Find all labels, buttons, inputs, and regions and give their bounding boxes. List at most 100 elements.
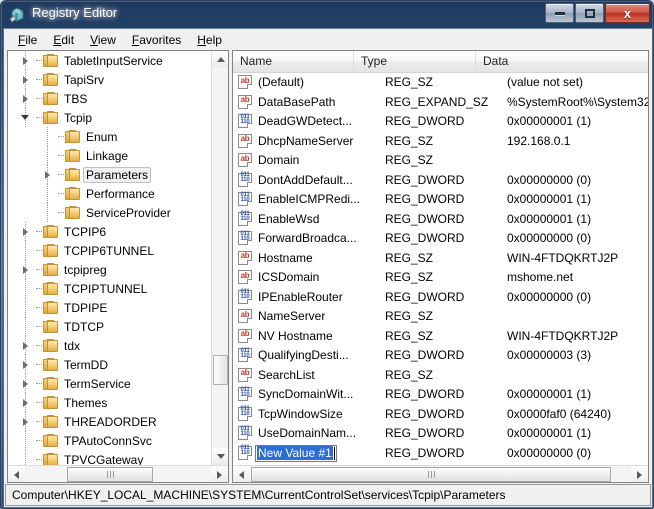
tree-item-tcpip[interactable]: Tcpip	[8, 108, 211, 127]
menu-item-help[interactable]: Help	[189, 31, 230, 49]
tree-item-serviceprovider[interactable]: ServiceProvider	[8, 203, 211, 222]
tree-item-label: TapiSrv	[64, 72, 105, 87]
tree-item-enum[interactable]: Enum	[8, 127, 211, 146]
value-row[interactable]: 011 110 EnableICMPRedi... REG_DWORD 0x000000…	[233, 190, 648, 210]
rename-value-input[interactable]: New Value #1	[255, 444, 337, 462]
value-row[interactable]: ab NV Hostname REG_SZ WIN-4FTDQKRTJ2P	[233, 327, 648, 347]
tree-item-parameters[interactable]: Parameters	[8, 165, 211, 184]
value-data: 0x00000001 (1)	[507, 426, 592, 440]
tree-item-tapisrv[interactable]: TapiSrv	[8, 70, 211, 89]
value-row[interactable]: 011 110 IPEnableRouter REG_DWORD 0x00000000 …	[233, 288, 648, 308]
tree-scroll-down-button[interactable]	[212, 448, 228, 465]
value-row[interactable]: ab NameServer REG_SZ	[233, 307, 648, 327]
expand-arrow-icon[interactable]	[20, 55, 31, 66]
tree-item-termdd[interactable]: TermDD	[8, 355, 211, 374]
tree-item-tdtcp[interactable]: TDTCP	[8, 317, 211, 336]
registry-tree[interactable]: TabletInputService TapiSrv TBS Tcpip Enum Lin…	[8, 51, 211, 465]
tree-item-tcpipreg[interactable]: tcpipreg	[8, 260, 211, 279]
value-row[interactable]: 011 110 DontAddDefault... REG_DWORD 0x000000…	[233, 171, 648, 191]
expand-arrow-icon[interactable]	[20, 226, 31, 237]
expand-arrow-icon[interactable]	[20, 359, 31, 370]
value-type: REG_DWORD	[385, 172, 465, 187]
menu-item-favorites[interactable]: Favorites	[124, 31, 189, 49]
tree-item-threadorder[interactable]: THREADORDER	[8, 412, 211, 431]
menu-item-file[interactable]: File	[10, 31, 45, 49]
value-name: (Default)	[258, 75, 305, 89]
value-row[interactable]: ab Hostname REG_SZ WIN-4FTDQKRTJ2P	[233, 249, 648, 269]
tree-connector	[31, 317, 42, 336]
tree-scroll-up-button[interactable]	[212, 51, 228, 68]
tree-item-tcpiptunnel[interactable]: TCPIPTUNNEL	[8, 279, 211, 298]
title-bar[interactable]: Registry Editor x	[1, 1, 653, 28]
tree-connector	[53, 165, 64, 184]
tree-scroll-left-button[interactable]	[8, 466, 25, 482]
expand-arrow-icon[interactable]	[20, 93, 31, 104]
list-scroll-right-button[interactable]	[631, 466, 648, 482]
value-row[interactable]: ab Domain REG_SZ	[233, 151, 648, 171]
tree-item-label: TDPIPE	[64, 300, 108, 315]
tree-item-themes[interactable]: Themes	[8, 393, 211, 412]
maximize-button[interactable]	[575, 3, 604, 23]
column-header-type[interactable]: Type	[354, 51, 476, 72]
value-row[interactable]: ab ICSDomain REG_SZ mshome.net	[233, 268, 648, 288]
tree-item-tdpipe[interactable]: TDPIPE	[8, 298, 211, 317]
list-scroll-left-button[interactable]	[233, 466, 250, 482]
value-row[interactable]: ab DhcpNameServer REG_SZ 192.168.0.1	[233, 132, 648, 152]
expand-arrow-icon[interactable]	[20, 378, 31, 389]
tree-item-tabletinputservice[interactable]: TabletInputService	[8, 51, 211, 70]
expand-arrow-icon[interactable]	[20, 397, 31, 408]
column-header-data[interactable]: Data	[476, 51, 648, 72]
tree-vertical-scrollbar[interactable]	[211, 51, 228, 465]
menu-item-view[interactable]: View	[82, 31, 124, 49]
list-horizontal-scrollbar[interactable]	[233, 465, 648, 482]
value-icon: ab	[238, 270, 254, 285]
value-row[interactable]: 011 110 ForwardBroadca... REG_DWORD 0x000000…	[233, 229, 648, 249]
tree-item-tcpip6tunnel[interactable]: TCPIP6TUNNEL	[8, 241, 211, 260]
expand-arrow-icon[interactable]	[20, 416, 31, 427]
expand-arrow-icon[interactable]	[20, 340, 31, 351]
value-row[interactable]: ab (Default) REG_SZ (value not set)	[233, 73, 648, 93]
close-button[interactable]: x	[605, 3, 650, 23]
value-row[interactable]: ab DataBasePath REG_EXPAND_SZ %SystemRoot%\…	[233, 93, 648, 113]
tree-item-performance[interactable]: Performance	[8, 184, 211, 203]
value-icon: 011 110	[238, 406, 254, 422]
collapse-arrow-icon[interactable]	[20, 112, 31, 123]
tree-item-tdx[interactable]: tdx	[8, 336, 211, 355]
tree-item-tpautoconnsvc[interactable]: TPAutoConnSvc	[8, 431, 211, 450]
value-row[interactable]: 011 110 SyncDomainWit... REG_DWORD 0x0000000…	[233, 385, 648, 405]
value-row[interactable]: 011 110 EnableWsd REG_DWORD 0x00000001 (1)	[233, 210, 648, 230]
expand-arrow-icon[interactable]	[20, 74, 31, 85]
registry-key-folder-icon	[43, 339, 58, 352]
value-icon: ab	[238, 309, 254, 324]
tree-item-tbs[interactable]: TBS	[8, 89, 211, 108]
tree-item-termservice[interactable]: TermService	[8, 374, 211, 393]
tree-hscroll-thumb[interactable]	[67, 467, 153, 482]
column-header-name[interactable]: Name	[233, 51, 354, 72]
tree-scroll-right-button[interactable]	[211, 466, 228, 482]
registry-key-folder-icon	[65, 187, 80, 200]
value-row[interactable]: 011 110 DeadGWDetect... REG_DWORD 0x00000001…	[233, 112, 648, 132]
minimize-button[interactable]	[545, 3, 574, 23]
tree-item-tcpip6[interactable]: TCPIP6	[8, 222, 211, 241]
expand-arrow-icon[interactable]	[20, 264, 31, 275]
value-row[interactable]: ab SearchList REG_SZ	[233, 366, 648, 386]
tree-item-linkage[interactable]: Linkage	[8, 146, 211, 165]
menu-item-edit[interactable]: Edit	[45, 31, 82, 49]
value-row[interactable]: 011 110 UseDomainNam... REG_DWORD 0x00000001…	[233, 424, 648, 444]
value-name: QualifyingDesti...	[258, 348, 349, 362]
list-hscroll-thumb[interactable]	[251, 467, 611, 482]
tree-scroll-thumb[interactable]	[213, 355, 228, 385]
tree-item-tpvcgateway[interactable]: TPVCGateway	[8, 450, 211, 465]
value-type: REG_DWORD	[385, 348, 465, 362]
tree-item-label: TDTCP	[64, 319, 104, 334]
expand-arrow-icon[interactable]	[42, 169, 53, 180]
values-list[interactable]: ab (Default) REG_SZ (value not set) ab DataBa…	[233, 73, 648, 465]
value-type: REG_DWORD	[385, 387, 465, 401]
value-row-editing[interactable]: 011 110 New Value #1 REG_DWORD 0x00000000 (0…	[233, 444, 648, 464]
value-row[interactable]: 011 110 TcpWindowSize REG_DWORD 0x0000faf0 (…	[233, 405, 648, 425]
tree-horizontal-scrollbar[interactable]	[8, 465, 228, 482]
value-row[interactable]: 011 110 QualifyingDesti... REG_DWORD 0x00000…	[233, 346, 648, 366]
